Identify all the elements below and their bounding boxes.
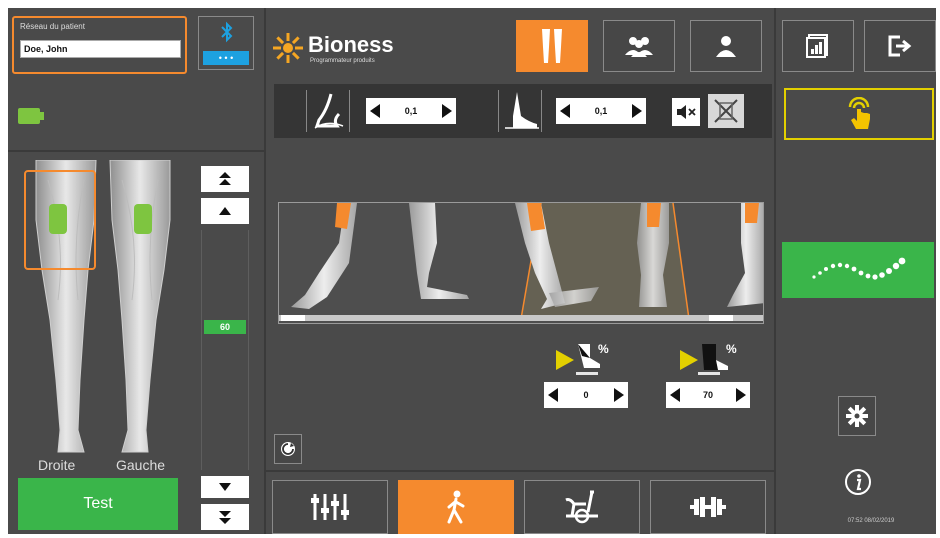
- electrode-pad-left[interactable]: [134, 204, 152, 234]
- settings-toolbar: 0,1 0,1: [274, 84, 772, 138]
- legs-icon: [542, 29, 562, 63]
- heel-delay-stepper[interactable]: 0,1: [366, 98, 456, 124]
- heel-increase-icon[interactable]: [441, 104, 452, 118]
- end-decrease-icon[interactable]: [670, 388, 680, 402]
- end-progress-mini: [698, 372, 720, 375]
- legs-mode-button[interactable]: [516, 20, 588, 72]
- bike-icon: [565, 490, 598, 524]
- tab-walk[interactable]: [398, 480, 514, 534]
- mixer-icon: [311, 494, 349, 520]
- vibration-off-button[interactable]: [708, 94, 744, 128]
- sun-icon: [273, 33, 303, 63]
- start-decrease-icon[interactable]: [548, 388, 558, 402]
- group-icon: [625, 37, 653, 57]
- touch-button[interactable]: [784, 88, 934, 140]
- wave-icon: [812, 257, 906, 280]
- intensity-track[interactable]: 60: [201, 230, 249, 470]
- double-up-icon: [219, 172, 231, 185]
- right-column-divider: [774, 8, 776, 534]
- foot-delay-stepper[interactable]: 0,1: [556, 98, 646, 124]
- end-percent-stepper[interactable]: 70: [666, 382, 750, 408]
- vibration-off-icon: [714, 99, 738, 123]
- patient-selector[interactable]: Réseau du patient Doe, John: [12, 16, 187, 74]
- start-progress-mini: [576, 372, 598, 375]
- exit-icon: [888, 35, 912, 57]
- app-window: Réseau du patient Doe, John • • • Droite…: [8, 8, 936, 534]
- leg-label-right: Droite: [38, 457, 76, 473]
- intensity-min-button[interactable]: [201, 504, 249, 530]
- bottom-divider: [266, 470, 776, 472]
- status-timestamp: 07:52 08/02/2019: [847, 518, 895, 524]
- patient-label: Réseau du patient: [20, 22, 85, 31]
- tab-strength[interactable]: [650, 480, 766, 534]
- brand-name: Bioness: [308, 32, 394, 57]
- bluetooth-status[interactable]: • • •: [198, 16, 254, 70]
- dumbbell-icon: [690, 497, 726, 517]
- touch-hand-icon: [848, 97, 870, 129]
- battery-icon: [18, 108, 44, 124]
- tab-mixer[interactable]: [272, 480, 388, 534]
- start-percent-symbol: %: [598, 342, 609, 356]
- test-button[interactable]: Test: [18, 478, 178, 530]
- intensity-value-badge: 60: [204, 320, 246, 334]
- electrode-pad-right[interactable]: [49, 204, 67, 234]
- intensity-up-button[interactable]: [201, 198, 249, 224]
- start-percent-stepper[interactable]: 0: [544, 382, 628, 408]
- foot-increase-icon[interactable]: [631, 104, 642, 118]
- double-down-icon: [219, 511, 231, 524]
- gait-cycle-panel: [278, 202, 764, 324]
- settings-button[interactable]: [838, 396, 876, 436]
- end-increase-icon[interactable]: [735, 388, 746, 402]
- mute-button[interactable]: [672, 98, 700, 126]
- report-button[interactable]: [782, 20, 854, 72]
- exit-button[interactable]: [864, 20, 936, 72]
- left-column-divider: [264, 8, 266, 534]
- chart-report-icon: [806, 34, 828, 58]
- mute-icon: [677, 105, 696, 119]
- tab-bike[interactable]: [524, 480, 640, 534]
- brand-tagline: Programmateur produits: [310, 58, 375, 64]
- waveform-button[interactable]: [782, 242, 934, 298]
- info-icon: [845, 469, 871, 495]
- start-percent-indicator: %: [556, 342, 610, 372]
- intensity-down-button[interactable]: [201, 476, 249, 498]
- end-percent-symbol: %: [726, 342, 737, 356]
- gear-icon: [846, 405, 868, 427]
- start-increase-icon[interactable]: [613, 388, 624, 402]
- intensity-max-button[interactable]: [201, 166, 249, 192]
- end-percent-indicator: %: [680, 342, 738, 372]
- replay-icon: [281, 442, 295, 456]
- group-button[interactable]: [603, 20, 675, 72]
- down-arrow-icon: [219, 483, 231, 491]
- leg-label-left: Gauche: [116, 457, 166, 473]
- up-arrow-icon: [219, 207, 231, 215]
- brand-logo: Bioness Programmateur produits: [272, 30, 422, 70]
- foot-decrease-icon[interactable]: [560, 104, 570, 118]
- single-user-button[interactable]: [690, 20, 762, 72]
- bluetooth-dots: • • •: [203, 51, 249, 65]
- bluetooth-icon: [219, 21, 235, 43]
- heel-decrease-icon[interactable]: [370, 104, 380, 118]
- info-button[interactable]: [844, 468, 872, 496]
- patient-name-field[interactable]: Doe, John: [20, 40, 181, 58]
- patient-name: Doe, John: [24, 44, 68, 54]
- foot-contact-icon: [498, 90, 542, 132]
- heel-strike-icon: [306, 90, 350, 132]
- replay-button[interactable]: [274, 434, 302, 464]
- left-divider: [8, 150, 264, 152]
- walk-icon: [447, 490, 465, 524]
- user-icon: [716, 36, 736, 57]
